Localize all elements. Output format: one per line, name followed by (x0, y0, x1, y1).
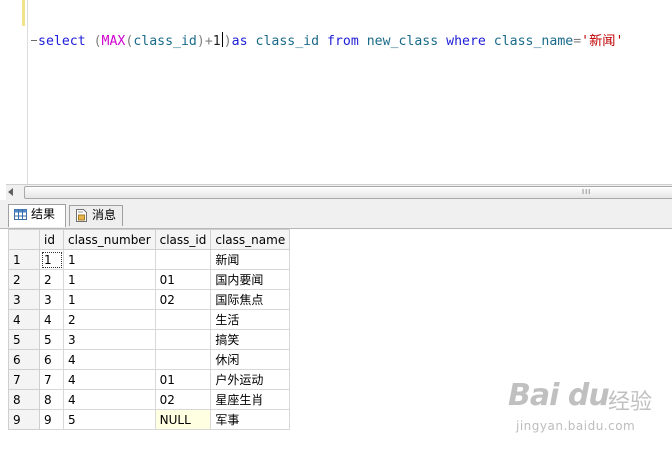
table-row[interactable]: 5 5 3 搞笑 (8, 329, 291, 350)
function-max: MAX (101, 34, 126, 49)
scroll-left-arrow-icon[interactable] (8, 188, 13, 196)
column-header-id[interactable]: id (39, 229, 64, 250)
cell-class-id[interactable]: 02 (154, 389, 212, 410)
operator-plus: + (204, 34, 213, 49)
cell-class-number[interactable]: 4 (63, 369, 156, 390)
row-number[interactable]: 3 (8, 289, 40, 310)
baidu-logo: Bai du (508, 378, 610, 413)
cell-class-number[interactable]: 2 (63, 309, 156, 330)
cell-class-name[interactable]: 搞笑 (210, 329, 291, 350)
cell-id[interactable]: 9 (39, 409, 64, 430)
string-literal: '新闻' (581, 34, 624, 49)
cell-id[interactable]: 7 (39, 369, 64, 390)
cell-class-id[interactable]: 02 (154, 289, 212, 310)
paren-close-inner: ) (196, 34, 205, 49)
table-name: new_class (366, 34, 439, 49)
table-row[interactable]: 8 8 4 02 星座生肖 (8, 389, 291, 410)
cell-class-number[interactable]: 4 (63, 349, 156, 370)
column-class-name: class_name (493, 34, 574, 49)
cell-id[interactable]: 2 (39, 269, 64, 290)
cell-class-id[interactable]: 01 (154, 269, 212, 290)
table-row[interactable]: 2 2 1 01 国内要闻 (8, 269, 291, 290)
message-icon (76, 209, 87, 222)
cell-class-id-null[interactable]: NULL (154, 409, 212, 430)
cell-class-name[interactable]: 生活 (210, 309, 291, 330)
row-number[interactable]: 6 (8, 349, 40, 370)
paren-close: ) (223, 34, 232, 49)
row-number[interactable]: 4 (8, 309, 40, 330)
cell-id[interactable]: 4 (39, 309, 64, 330)
grid-icon (14, 209, 27, 220)
tab-results-label: 结果 (31, 207, 56, 221)
row-number[interactable]: 2 (8, 269, 40, 290)
sql-code-line[interactable]: select (MAX(class_id)+1)as class_id from… (38, 32, 623, 51)
cell-id[interactable]: 3 (39, 289, 64, 310)
cell-class-name[interactable]: 星座生肖 (210, 389, 291, 410)
column-header-class-name[interactable]: class_name (210, 229, 291, 250)
table-row[interactable]: 4 4 2 生活 (8, 309, 291, 330)
cell-class-number[interactable]: 1 (63, 269, 156, 290)
cell-class-name[interactable]: 军事 (210, 409, 291, 430)
row-number[interactable]: 7 (8, 369, 40, 390)
row-number[interactable]: 5 (8, 329, 40, 350)
results-grid: id class_number class_id class_name 1 1 … (8, 229, 291, 430)
editor-gutter (27, 0, 28, 184)
cell-class-id[interactable] (154, 309, 212, 330)
query-editor[interactable]: select (MAX(class_id)+1)as class_id from… (0, 0, 672, 184)
keyword-where: where (446, 34, 486, 49)
cell-class-number[interactable]: 5 (63, 409, 156, 430)
keyword-as: as (231, 34, 248, 49)
table-row[interactable]: 3 3 1 02 国际焦点 (8, 289, 291, 310)
cell-class-id[interactable]: 01 (154, 369, 212, 390)
table-row[interactable]: 1 1 1 新闻 (8, 249, 291, 270)
cell-class-id[interactable] (154, 349, 212, 370)
alias-class-id: class_id (255, 34, 320, 49)
cell-id[interactable]: 5 (39, 329, 64, 350)
column-header-class-id[interactable]: class_id (154, 229, 212, 250)
paren-open: ( (93, 34, 102, 49)
keyword-from: from (327, 34, 359, 49)
text-caret (221, 32, 223, 47)
cell-id[interactable]: 1 (39, 249, 64, 270)
cell-class-id[interactable] (154, 329, 212, 350)
cell-class-name[interactable]: 户外运动 (210, 369, 291, 390)
table-row[interactable]: 6 6 4 休闲 (8, 349, 291, 370)
cell-class-name[interactable]: 国际焦点 (210, 289, 291, 310)
row-number[interactable]: 1 (8, 249, 40, 270)
cell-class-number[interactable]: 1 (63, 249, 156, 270)
number-literal: 1 (212, 34, 221, 49)
grid-header-row: id class_number class_id class_name (8, 229, 291, 250)
grid-corner-cell[interactable] (8, 229, 40, 250)
cell-class-name[interactable]: 国内要闻 (210, 269, 291, 290)
cell-id[interactable]: 8 (39, 389, 64, 410)
table-row[interactable]: 9 9 5 NULL 军事 (8, 409, 291, 430)
jingyan-text: 经验 (608, 390, 653, 415)
baidu-jingyan-watermark: Bai du 经验 jingyan.baidu.com (508, 376, 668, 448)
row-number[interactable]: 8 (8, 389, 40, 410)
cell-class-number[interactable]: 1 (63, 289, 156, 310)
keyword-select: select (38, 34, 86, 49)
watermark-url: jingyan.baidu.com (516, 419, 636, 433)
results-tab-bar: 结果 消息 (0, 200, 672, 229)
row-number[interactable]: 9 (8, 409, 40, 430)
identifier-class-id: class_id (133, 34, 197, 49)
cell-class-name[interactable]: 新闻 (210, 249, 291, 270)
scrollbar-grip: III (582, 188, 592, 196)
scrollbar-thumb[interactable] (24, 186, 672, 199)
tab-results[interactable]: 结果 (8, 204, 66, 227)
change-indicator (22, 0, 25, 26)
horizontal-scrollbar[interactable]: III (6, 184, 672, 201)
outline-marker (31, 40, 37, 41)
tab-messages-label: 消息 (92, 208, 117, 222)
cell-class-name[interactable]: 休闲 (210, 349, 291, 370)
column-header-class-number[interactable]: class_number (63, 229, 156, 250)
cell-class-number[interactable]: 4 (63, 389, 156, 410)
cell-id[interactable]: 6 (39, 349, 64, 370)
tab-messages[interactable]: 消息 (69, 205, 123, 226)
table-row[interactable]: 7 7 4 01 户外运动 (8, 369, 291, 390)
operator-equals: = (573, 34, 582, 49)
cell-class-number[interactable]: 3 (63, 329, 156, 350)
cell-class-id[interactable] (154, 249, 212, 270)
